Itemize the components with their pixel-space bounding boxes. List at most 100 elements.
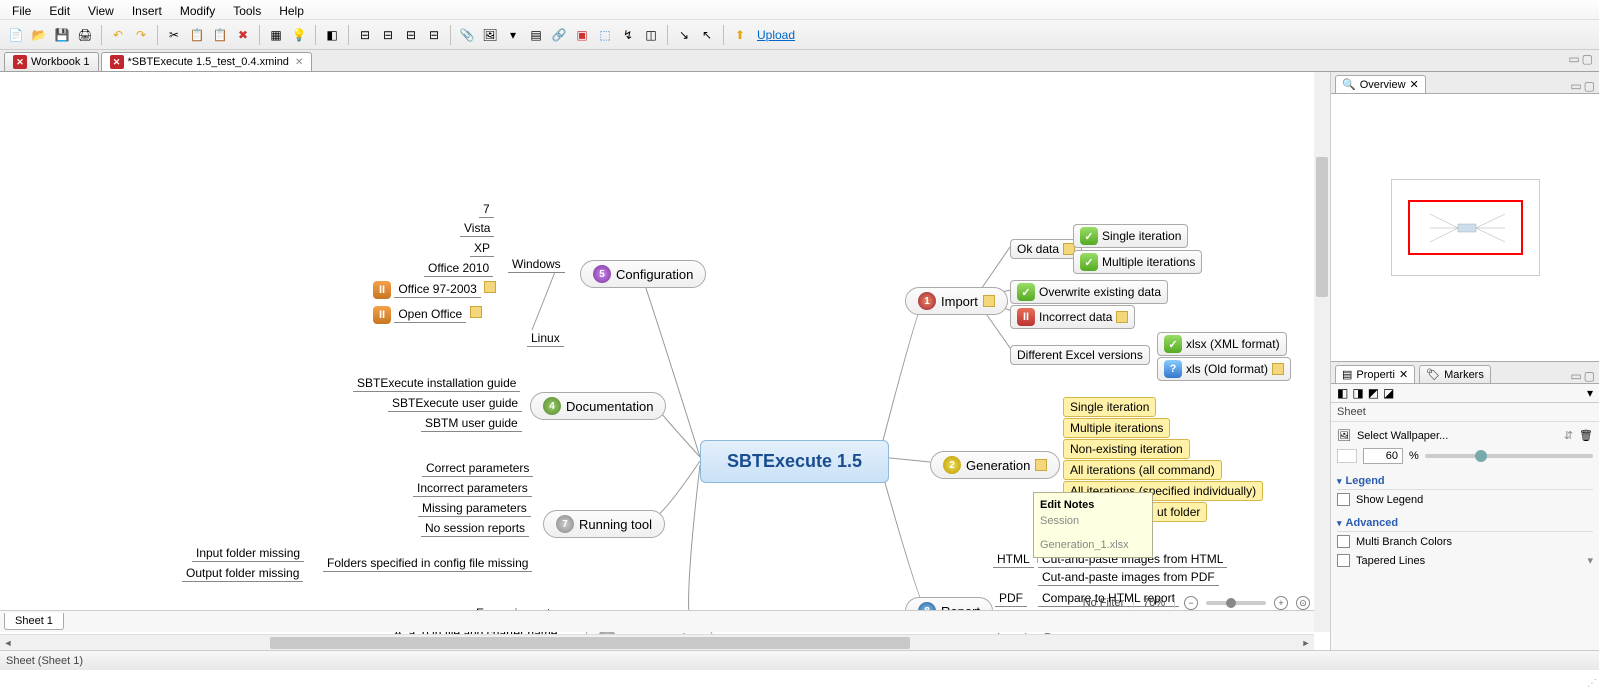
- menu-insert[interactable]: Insert: [124, 2, 170, 17]
- node-ok-data[interactable]: Ok data: [1010, 239, 1082, 259]
- branch3-icon[interactable]: ⊟: [401, 25, 421, 45]
- node-linux[interactable]: Linux: [527, 330, 564, 347]
- close-icon[interactable]: ✕: [1410, 78, 1419, 91]
- drop-icon[interactable]: ▾: [503, 25, 523, 45]
- close-tab-icon[interactable]: ✕: [293, 57, 303, 68]
- overview-thumbnail[interactable]: [1331, 94, 1599, 362]
- node-diff-excel[interactable]: Different Excel versions: [1010, 345, 1150, 365]
- node-correct-params[interactable]: Correct parameters: [422, 460, 533, 477]
- maximize-icon[interactable]: ▢: [1582, 52, 1593, 66]
- drill-down-icon[interactable]: ↘: [674, 25, 694, 45]
- section-advanced[interactable]: Advanced: [1337, 513, 1593, 532]
- resize-grip[interactable]: ⋰: [1587, 678, 1597, 689]
- wallpaper-label[interactable]: Select Wallpaper...: [1357, 430, 1448, 442]
- node-multi-iter[interactable]: ✓Multiple iterations: [1073, 250, 1202, 274]
- vertical-scrollbar[interactable]: [1314, 72, 1330, 632]
- node-no-session[interactable]: No session reports: [421, 520, 529, 537]
- node-xlsx[interactable]: ✓xlsx (XML format): [1157, 332, 1287, 356]
- node-office2010[interactable]: Office 2010: [424, 260, 493, 277]
- menu-modify[interactable]: Modify: [172, 2, 223, 17]
- zoom-in-icon[interactable]: +: [1274, 596, 1288, 610]
- panel-tab-markers[interactable]: 🏷 Markers: [1419, 365, 1491, 383]
- sheet-tab[interactable]: Sheet 1: [4, 613, 64, 630]
- menu-file[interactable]: File: [4, 2, 39, 17]
- node-install-guide[interactable]: SBTExecute installation guide: [353, 375, 520, 392]
- prop-toolbar-icon[interactable]: ◧: [1337, 386, 1348, 400]
- close-icon[interactable]: ✕: [1399, 368, 1408, 381]
- open-icon[interactable]: 📂: [29, 25, 49, 45]
- node-xp[interactable]: XP: [470, 240, 494, 257]
- section-legend[interactable]: Legend: [1337, 471, 1593, 490]
- prop-menu-icon[interactable]: ▾: [1587, 386, 1593, 400]
- note-icon[interactable]: [983, 295, 995, 307]
- maximize-icon[interactable]: ▢: [1584, 79, 1595, 93]
- menu-view[interactable]: View: [80, 2, 122, 17]
- zoom-slider[interactable]: [1206, 601, 1266, 605]
- trash-icon[interactable]: 🗑: [1579, 429, 1593, 442]
- idea-icon[interactable]: 💡: [289, 25, 309, 45]
- print-icon[interactable]: 🖨: [75, 25, 95, 45]
- prop-toolbar-icon[interactable]: ◪: [1383, 386, 1394, 400]
- paste-icon[interactable]: 📋: [210, 25, 230, 45]
- node-missing-params[interactable]: Missing parameters: [418, 500, 531, 517]
- checkbox-multi-branch[interactable]: [1337, 535, 1350, 548]
- minimize-icon[interactable]: ▭: [1570, 369, 1581, 383]
- node-gen-wrong-folder[interactable]: ut folder: [1150, 502, 1207, 522]
- minimize-icon[interactable]: ▭: [1570, 79, 1581, 93]
- tab-sbtexecute[interactable]: ✕ *SBTExecute 1.5_test_0.4.xmind ✕: [101, 52, 313, 71]
- note-icon[interactable]: [484, 281, 496, 293]
- prop-toolbar-icon[interactable]: ◩: [1368, 386, 1379, 400]
- node-cut-pdf[interactable]: Cut-and-paste images from PDF: [1038, 569, 1219, 586]
- checkbox-tapered[interactable]: [1337, 554, 1350, 567]
- tab-workbook1[interactable]: ✕ Workbook 1: [4, 52, 99, 71]
- marker-icon[interactable]: ◧: [322, 25, 342, 45]
- label-icon[interactable]: ◫: [641, 25, 661, 45]
- central-topic[interactable]: SBTExecute 1.5: [700, 440, 889, 483]
- copy-icon[interactable]: 📋: [187, 25, 207, 45]
- stepper-icon[interactable]: ⇵: [1564, 429, 1573, 442]
- branch2-icon[interactable]: ⊟: [378, 25, 398, 45]
- branch-configuration[interactable]: 5Configuration: [580, 260, 706, 288]
- node-sbtm-guide[interactable]: SBTM user guide: [421, 415, 522, 432]
- attach-icon[interactable]: 📎: [457, 25, 477, 45]
- note-icon[interactable]: [1272, 363, 1284, 375]
- branch-import[interactable]: 1Import: [905, 287, 1008, 315]
- link-icon[interactable]: 🔗: [549, 25, 569, 45]
- node-overwrite[interactable]: ✓Overwrite existing data: [1010, 280, 1168, 304]
- zoom-reset-icon[interactable]: ⊙: [1296, 596, 1310, 610]
- node-gen-single[interactable]: Single iteration: [1063, 397, 1156, 417]
- tool-icon[interactable]: ▦: [266, 25, 286, 45]
- mindmap-canvas[interactable]: SBTExecute 1.5 5Configuration Windows 7 …: [0, 72, 1331, 650]
- drill-up-icon[interactable]: ↖: [697, 25, 717, 45]
- node-html[interactable]: HTML: [993, 551, 1034, 568]
- menu-help[interactable]: Help: [271, 2, 312, 17]
- node-incorrect[interactable]: IIIncorrect data: [1010, 305, 1135, 329]
- delete-icon[interactable]: ✖: [233, 25, 253, 45]
- undo-icon[interactable]: ↶: [108, 25, 128, 45]
- boundary-icon[interactable]: ▣: [572, 25, 592, 45]
- upload-arrow-icon[interactable]: ⬆: [730, 25, 750, 45]
- filter-label[interactable]: No Filter: [1083, 597, 1125, 609]
- relation-icon[interactable]: ↯: [618, 25, 638, 45]
- zoom-out-icon[interactable]: −: [1184, 596, 1198, 610]
- node-windows[interactable]: Windows: [508, 256, 565, 273]
- upload-link[interactable]: Upload: [757, 28, 795, 42]
- node-incorrect-params[interactable]: Incorrect parameters: [413, 480, 532, 497]
- branch1-icon[interactable]: ⊟: [355, 25, 375, 45]
- node-user-guide[interactable]: SBTExecute user guide: [388, 395, 522, 412]
- panel-tab-overview[interactable]: 🔍 Overview ✕: [1335, 75, 1426, 93]
- redo-icon[interactable]: ↷: [131, 25, 151, 45]
- opacity-input[interactable]: 60: [1363, 448, 1403, 464]
- image2-icon[interactable]: 🖼: [480, 25, 500, 45]
- node-gen-nonexist[interactable]: Non-existing iteration: [1063, 439, 1190, 459]
- branch-generation[interactable]: 2Generation: [930, 451, 1060, 479]
- branch-documentation[interactable]: 4Documentation: [530, 392, 666, 420]
- horizontal-scrollbar[interactable]: ◄ ►: [0, 634, 1314, 650]
- color-swatch[interactable]: [1337, 449, 1357, 463]
- note-icon[interactable]: [470, 306, 482, 318]
- minimize-icon[interactable]: ▭: [1568, 52, 1579, 66]
- node-7[interactable]: 7: [475, 200, 498, 219]
- opacity-slider[interactable]: [1425, 454, 1593, 458]
- summary-icon[interactable]: ⬚: [595, 25, 615, 45]
- node-input-missing[interactable]: Input folder missing: [192, 545, 304, 562]
